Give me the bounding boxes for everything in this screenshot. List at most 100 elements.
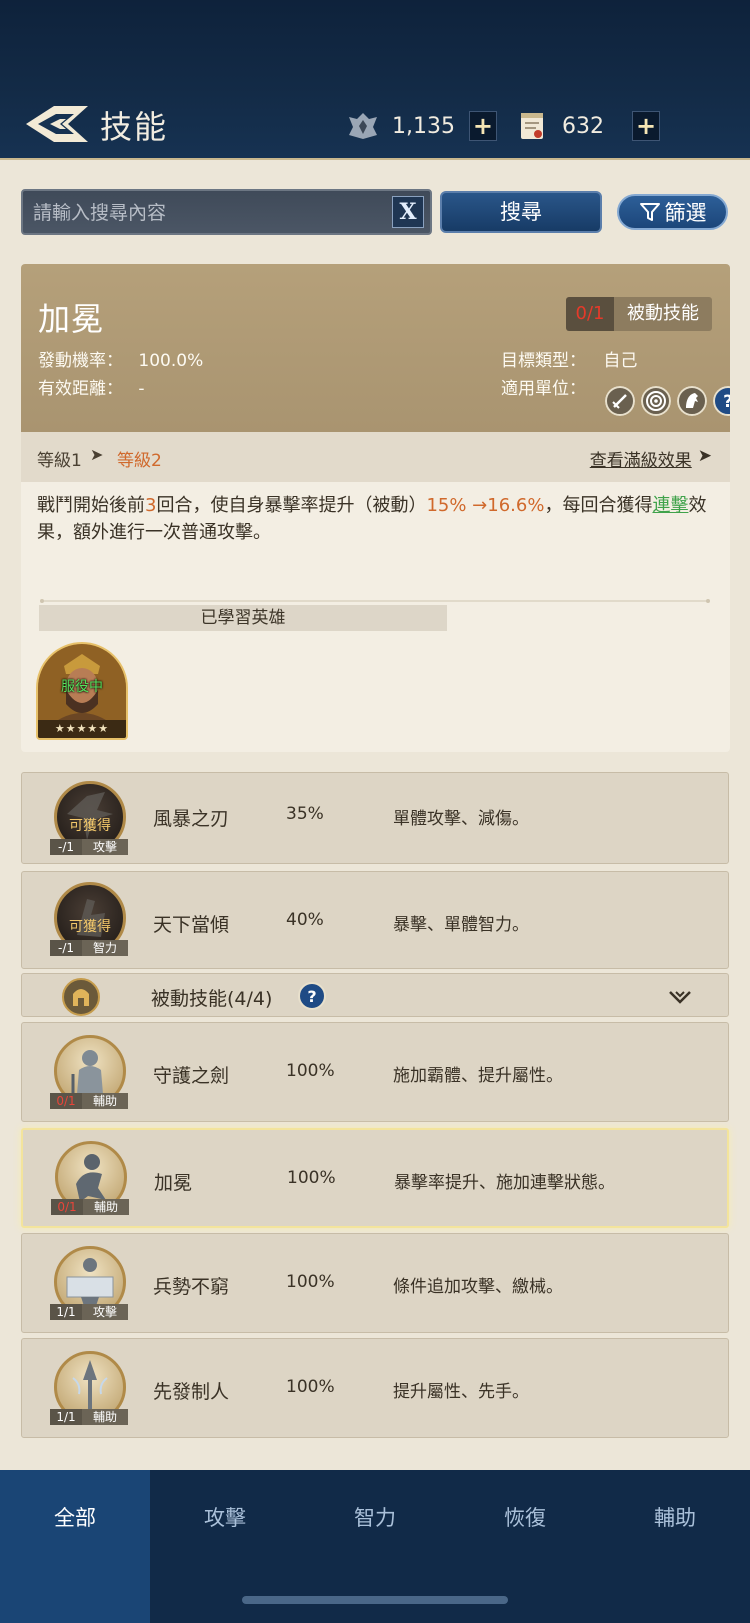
skill-row[interactable]: 1/1 輔助 先發制人 100% 提升屬性、先手。 — [21, 1338, 729, 1438]
skill-count: 0/1 — [50, 1093, 82, 1109]
page-title: 技能 — [100, 108, 169, 146]
home-indicator — [242, 1596, 508, 1604]
desc-text: 戰鬥開始後前 — [37, 495, 145, 516]
skill-badge: 1/1 攻擊 — [50, 1246, 130, 1326]
skill-badge: 可獲得 -/1 智力 — [50, 882, 130, 962]
skill-name: 天下當傾 — [153, 914, 230, 936]
view-max-level-label: 查看滿級效果 — [589, 451, 692, 471]
trigger-rate-value: 100.0% — [138, 351, 204, 371]
skill-name: 兵勢不窮 — [153, 1276, 230, 1298]
skill-count: 1/1 — [50, 1409, 82, 1425]
view-max-level-link[interactable]: 查看滿級效果 ➤ — [590, 446, 712, 471]
level-next: 等級2 — [117, 451, 162, 471]
skill-category: 輔助 — [83, 1199, 129, 1215]
skill-count: 1/1 — [50, 1304, 82, 1320]
search-button[interactable]: 搜尋 — [440, 191, 602, 233]
effective-range: 有效距離： - — [38, 374, 145, 399]
helmet-icon — [62, 978, 100, 1016]
skill-rate: 100% — [286, 1272, 335, 1292]
sword-icon[interactable] — [605, 386, 635, 416]
section-divider — [40, 599, 710, 603]
level-current: 等級1 — [37, 451, 82, 471]
applicable-units-label: 適用單位： — [501, 379, 586, 399]
filter-button[interactable]: 篩選 — [617, 194, 728, 230]
trigger-rate: 發動機率： 100.0% — [38, 346, 203, 371]
skill-row[interactable]: 1/1 攻擊 兵勢不窮 100% 條件追加攻擊、繳械。 — [21, 1233, 729, 1333]
range-label: 有效距離： — [38, 379, 123, 399]
skill-name: 先發制人 — [153, 1381, 230, 1403]
hero-stars: ★★★★★ — [38, 720, 126, 738]
svg-text:?: ? — [723, 392, 730, 412]
desc-highlight-rate: 15% →16.6% — [426, 495, 545, 516]
skill-detail-header: 加冕 0/1 被動技能 發動機率： 100.0% 有效距離： - 目標類型： 自… — [21, 264, 730, 432]
skill-row[interactable]: 可獲得 -/1 攻擊 風暴之刃 35% 單體攻擊、減傷。 — [21, 772, 729, 864]
filter-label: 篩選 — [664, 201, 707, 225]
skill-effect: 單體攻擊、減傷。 — [393, 809, 529, 829]
target-type-value: 自己 — [603, 351, 638, 371]
add-scroll-button[interactable]: + — [632, 111, 660, 141]
skill-rate: 100% — [286, 1061, 335, 1081]
skill-category: 攻擊 — [82, 1304, 128, 1320]
skill-count: -/1 — [50, 839, 82, 855]
hero-portrait[interactable]: 服役中 ★★★★★ — [36, 642, 128, 740]
add-crest-button[interactable]: + — [468, 111, 497, 141]
tab-all[interactable]: 全部 — [0, 1470, 150, 1623]
skill-category: 智力 — [82, 940, 128, 956]
skill-count: -/1 — [50, 940, 82, 956]
skill-row-selected[interactable]: 0/1 輔助 加冕 100% 暴擊率提升、施加連擊狀態。 — [21, 1128, 729, 1228]
skill-name: 加冕 — [154, 1172, 193, 1194]
chevron-right-icon: ➤ — [697, 446, 712, 466]
skill-category: 輔助 — [82, 1409, 128, 1425]
range-value: - — [138, 379, 145, 399]
obtainable-label: 可獲得 — [69, 919, 111, 935]
skill-type-label: 被動技能 — [614, 297, 712, 331]
skill-row[interactable]: 可獲得 -/1 智力 天下當傾 40% 暴擊、單體智力。 — [21, 871, 729, 969]
tab-support[interactable]: 輔助 — [600, 1470, 750, 1623]
svg-text:?: ? — [307, 987, 316, 1006]
help-icon[interactable]: ? — [298, 982, 326, 1010]
skill-rate: 100% — [287, 1168, 336, 1188]
skill-effect: 暴擊率提升、施加連擊狀態。 — [394, 1173, 615, 1193]
search-input[interactable] — [33, 199, 373, 227]
resource-scroll: 632 + — [516, 108, 660, 144]
skill-effect: 施加霸體、提升屬性。 — [393, 1066, 563, 1086]
obtainable-label: 可獲得 — [69, 818, 111, 834]
skill-rate: 35% — [286, 804, 324, 824]
level-arrow-icon: ➤ — [90, 445, 104, 464]
skill-row[interactable]: 0/1 輔助 守護之劍 100% 施加霸體、提升屬性。 — [21, 1022, 729, 1122]
question-icon[interactable]: ? — [713, 386, 730, 416]
skill-type-tag: 0/1 被動技能 — [566, 297, 712, 331]
scroll-value: 632 — [562, 113, 604, 139]
skill-rate: 100% — [286, 1377, 335, 1397]
top-bar: 技能 1,135 + 632 + — [0, 0, 750, 160]
crest-value: 1,135 — [392, 113, 455, 139]
clear-search-button[interactable]: X — [392, 196, 424, 228]
desc-text: ，每回合獲得 — [544, 495, 653, 516]
combo-keyword-link[interactable]: 連擊 — [652, 495, 688, 516]
back-arrow-icon[interactable] — [24, 102, 90, 146]
skill-badge: 0/1 輔助 — [51, 1141, 131, 1221]
skill-rate: 40% — [286, 910, 324, 930]
archer-target-icon[interactable] — [641, 386, 671, 416]
filter-icon — [639, 203, 660, 221]
skill-badge: 0/1 輔助 — [50, 1035, 130, 1115]
chevron-collapse-icon[interactable] — [668, 986, 692, 1006]
desc-highlight-turns: 3 — [145, 495, 157, 516]
hero-status-in-service: 服役中 — [61, 679, 103, 695]
crest-icon — [349, 113, 377, 139]
desc-text: 回合，使自身暴擊率提升（被動） — [156, 495, 427, 516]
skill-count: 0/1 — [51, 1199, 83, 1215]
learned-heroes-title: 已學習英雄 — [39, 605, 447, 631]
skill-description: 戰鬥開始後前3回合，使自身暴擊率提升（被動）15% →16.6%，每回合獲得連擊… — [37, 492, 717, 546]
resource-crest: 1,135 + — [346, 108, 497, 144]
skill-effect: 條件追加攻擊、繳械。 — [393, 1277, 563, 1297]
scroll-icon — [521, 113, 543, 139]
cavalry-horse-icon[interactable] — [677, 386, 707, 416]
skill-category: 攻擊 — [82, 839, 128, 855]
skill-name: 加冕 — [38, 300, 105, 338]
search-bar: X — [21, 189, 432, 235]
passive-skills-section[interactable]: 被動技能(4/4) ? — [21, 973, 729, 1017]
skill-badge: 可獲得 -/1 攻擊 — [50, 781, 130, 861]
skill-detail-card: 加冕 0/1 被動技能 發動機率： 100.0% 有效距離： - 目標類型： 自… — [21, 264, 730, 752]
skill-badge: 1/1 輔助 — [50, 1351, 130, 1431]
